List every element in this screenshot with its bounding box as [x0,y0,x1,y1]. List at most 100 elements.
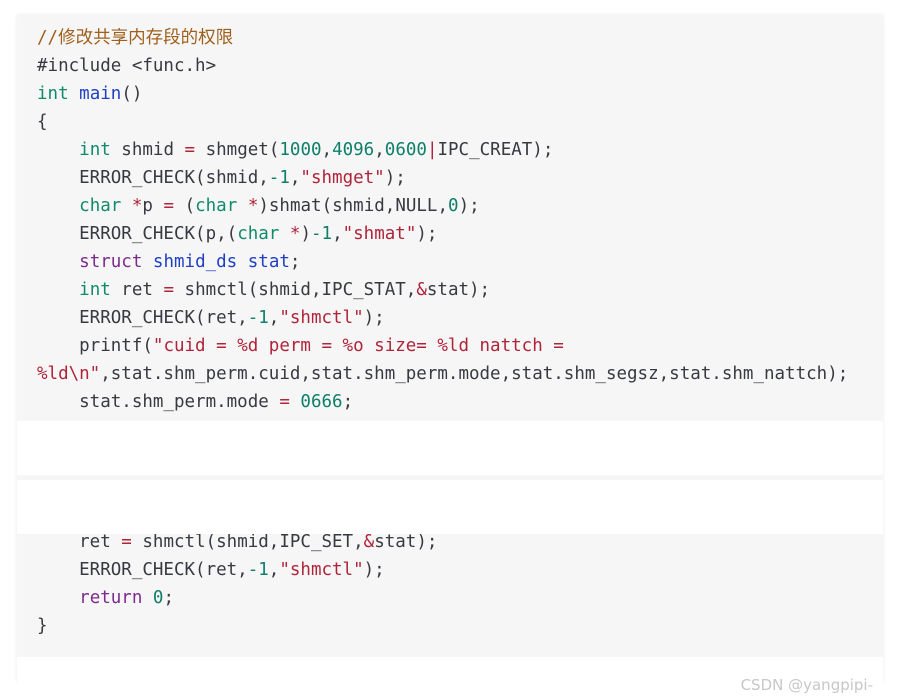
code-line: { [37,108,848,136]
code-token: shmget( [195,140,280,160]
code-token: -1 [268,168,290,188]
code-line: printf("cuid = %d perm = %o size= %ld na… [37,332,848,360]
code-token: , [332,224,343,244]
code-line: stat.shm_perm.mode = 0666; [37,388,848,416]
code-token: ERROR_CHECK(ret, [37,560,248,580]
code-token: ); [384,168,406,188]
code-line: ERROR_CHECK(ret,-1,"shmctl"); [37,304,848,332]
code-token: ERROR_CHECK(shmid, [37,168,269,188]
code-token: char [237,224,280,244]
code-token: , [321,140,333,160]
code-line: ERROR_CHECK(shmid,-1,"shmget"); [37,164,848,192]
code-token: ) [300,224,311,244]
code-token: , [268,308,280,328]
code-line: //修改共享内存段的权限 [37,24,848,52]
code-line: %ld\n",stat.shm_perm.cuid,stat.shm_perm.… [37,360,848,388]
code-token: = [121,532,132,552]
code-token: ERROR_CHECK(ret, [37,308,248,328]
code-token: shmctl(shmid,IPC_SET, [131,532,364,552]
code-line: return 0; [37,584,848,612]
blank-band-2 [17,480,883,534]
code-token: %ld\n" [37,364,101,384]
code-token: shmid_ds [152,252,238,272]
code-token: int [79,140,111,160]
code-token: 0 [448,196,459,216]
code-token: 0600 [384,140,427,160]
code-token: p [142,196,164,216]
code-token: IPC_CREAT); [437,140,554,160]
code-line: ERROR_CHECK(p,(char *)-1,"shmat"); [37,220,848,248]
code-token: () [121,84,143,104]
code-block[interactable]: //修改共享内存段的权限 #include <func.h> int main(){… [37,24,848,640]
code-line: int ret = shmctl(shmid,IPC_STAT,&stat); [37,276,848,304]
code-token: char [79,196,122,216]
code-token: ret [37,532,122,552]
code-token: & [363,532,375,552]
blank-band-1 [17,421,883,475]
code-token: 1000 [279,140,322,160]
code-token: shmctl(shmid,IPC_STAT, [174,280,417,300]
code-token: "shmget" [300,168,385,188]
code-token: -1 [310,224,333,244]
code-token: ; [289,252,301,272]
code-panel: //修改共享内存段的权限 #include <func.h> int main(){… [17,14,883,681]
code-token: ); [416,224,438,244]
code-token: -1 [247,560,269,580]
code-token: char [195,196,238,216]
code-token: ,stat.shm_perm.cuid,stat.shm_perm.mode,s… [100,364,849,384]
code-token: = [279,392,290,412]
code-token: printf( [37,336,153,356]
code-token: | [426,140,438,160]
code-token: * [247,196,259,216]
code-token: stat); [374,532,438,552]
watermark: CSDN @yangpipi- [740,676,873,694]
code-token: //修改共享内存段的权限 [37,28,234,48]
code-token: #include <func.h> [37,56,217,76]
code-token: = [184,140,196,160]
code-line: } [37,612,848,640]
code-token: & [416,280,427,300]
code-token: "shmat" [342,224,417,244]
code-token: = [163,196,175,216]
code-token: int [79,280,111,300]
code-token: = [163,280,174,300]
code-token: stat.shm_perm.mode [37,392,280,412]
code-line: struct shmid_ds stat; [37,248,848,276]
code-token: , [289,168,301,188]
code-line: #include <func.h> [37,52,848,80]
code-token: "cuid = %d perm = %o size= %ld nattch = [152,336,564,356]
code-token: "shmctl" [279,308,364,328]
code-token: "shmctl" [279,560,364,580]
code-token: shmid [110,140,185,160]
code-token: ); [363,308,385,328]
code-token: , [374,140,385,160]
code-token: } [37,616,48,636]
code-token: int [37,84,69,104]
code-token: struct [79,252,143,272]
code-token: 4096 [332,140,375,160]
code-token: )shmat(shmid,NULL, [258,196,449,216]
code-token: * [131,196,143,216]
code-token: return [79,588,143,608]
code-token: stat [247,252,290,272]
code-token: 0 [152,588,164,608]
code-token: ); [458,196,480,216]
code-token: 0666 [300,392,343,412]
code-line: ERROR_CHECK(ret,-1,"shmctl"); [37,556,848,584]
code-token: ( [174,196,196,216]
code-line: int shmid = shmget(1000,4096,0600|IPC_CR… [37,136,848,164]
code-token: ); [363,560,385,580]
code-token: -1 [247,308,269,328]
